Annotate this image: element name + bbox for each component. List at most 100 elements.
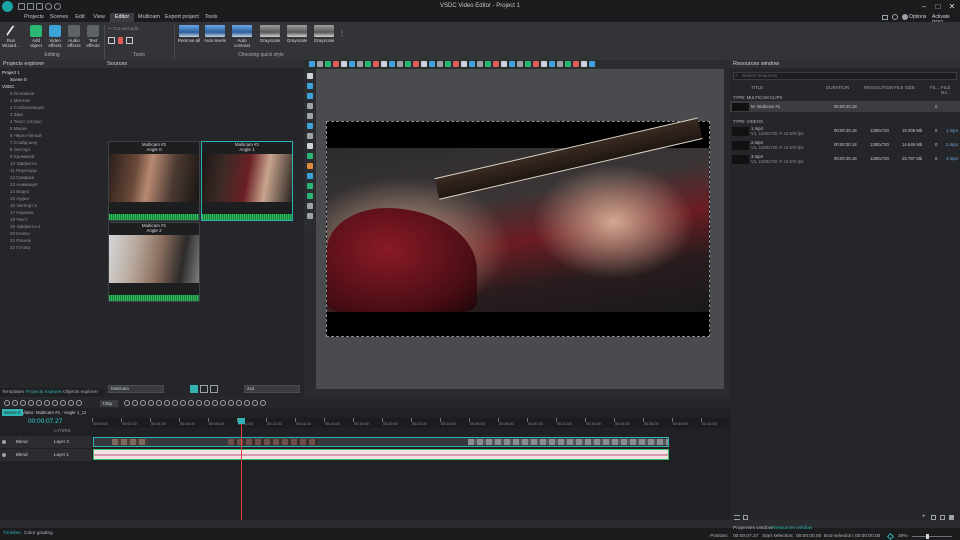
cut-split-tool[interactable]: ✂ Cut and split: [108, 26, 138, 32]
tab-tools[interactable]: Tools: [202, 13, 220, 22]
tree-item[interactable]: 3 Звук: [10, 111, 104, 118]
timeline-tool-icon[interactable]: [132, 400, 138, 406]
preview-tool-icon[interactable]: [325, 61, 331, 67]
tool-icon[interactable]: [307, 163, 313, 169]
tree-item[interactable]: 8 Экспорт: [10, 146, 104, 153]
grayscale-style[interactable]: Grayscale: [285, 25, 309, 51]
col-fil[interactable]: FIL...: [930, 85, 940, 90]
tool-icon[interactable]: [307, 183, 313, 189]
tool-icon[interactable]: [307, 153, 313, 159]
tool-icon[interactable]: [307, 103, 313, 109]
zoom-slider[interactable]: [912, 536, 952, 537]
col-file-name[interactable]: FILE NA...: [941, 85, 960, 95]
group-multicam-header[interactable]: TYPE: MULTICAM CLIPS: [733, 95, 782, 100]
preview-tool-icon[interactable]: [557, 61, 563, 67]
tree-item[interactable]: 4 Текст (титры): [10, 118, 104, 125]
preview-tool-icon[interactable]: [437, 61, 443, 67]
tool-icon[interactable]: [307, 203, 313, 209]
grid-view-icon[interactable]: [743, 515, 748, 520]
scene-tab[interactable]: Scene 0: [2, 409, 23, 416]
auto-levels-style[interactable]: Auto levels: [203, 25, 227, 51]
preview-tool-icon[interactable]: [373, 61, 379, 67]
timeline-tool-icon[interactable]: [60, 400, 66, 406]
source-clip-angle-0[interactable]: Multicam #1 Angle 0: [108, 141, 200, 221]
minimize-icon[interactable]: –: [918, 2, 930, 11]
tab-view[interactable]: View: [90, 13, 108, 22]
tree-item[interactable]: 11 Переходы: [10, 167, 104, 174]
import-icon[interactable]: [931, 515, 936, 520]
tool-icon[interactable]: [307, 83, 313, 89]
properties-window-tab[interactable]: Properties window: [733, 526, 772, 531]
timeline-tool-icon[interactable]: [140, 400, 146, 406]
timeline-tool-icon[interactable]: [204, 400, 210, 406]
audio-track-clip[interactable]: [93, 449, 669, 460]
preview-tool-icon[interactable]: [501, 61, 507, 67]
preview-tool-icon[interactable]: [309, 61, 315, 67]
list-view-icon[interactable]: [734, 515, 740, 520]
tree-item[interactable]: 9 Хромакей: [10, 153, 104, 160]
layer-visibility-icon[interactable]: [2, 453, 6, 457]
tool-icon[interactable]: [307, 133, 313, 139]
tool-icon[interactable]: [307, 93, 313, 99]
clip-tab[interactable]: Video: Multicam #1 - Angle 1_11: [22, 409, 86, 416]
tool-icon[interactable]: [307, 213, 313, 219]
timeline-tool-icon[interactable]: [28, 400, 34, 406]
timeline-tool-icon[interactable]: [36, 400, 42, 406]
preview-tool-icon[interactable]: [477, 61, 483, 67]
tree-item[interactable]: 10 Эффекты: [10, 160, 104, 167]
col-duration[interactable]: DURATION: [826, 85, 849, 90]
tab-export-project[interactable]: Export project: [164, 13, 200, 22]
preview-tool-icon[interactable]: [365, 61, 371, 67]
preview-tool-icon[interactable]: [581, 61, 587, 67]
preview-tool-icon[interactable]: [333, 61, 339, 67]
view-mode-2-icon[interactable]: [200, 385, 208, 393]
preview-tool-icon[interactable]: [397, 61, 403, 67]
preview-tool-icon[interactable]: [469, 61, 475, 67]
preview-tool-icon[interactable]: [429, 61, 435, 67]
tree-vsdc-folder[interactable]: VSDC: [2, 83, 104, 90]
tool-icon[interactable]: [307, 143, 313, 149]
tab-projects[interactable]: Projects: [22, 13, 46, 22]
timeline-tool-icon[interactable]: [124, 400, 130, 406]
preview-tool-icon[interactable]: [421, 61, 427, 67]
tree-item[interactable]: 13 Анимация: [10, 181, 104, 188]
tree-item[interactable]: 19 Эффекты 2: [10, 223, 104, 230]
preview-tool-icon[interactable]: [525, 61, 531, 67]
layout-icon[interactable]: [882, 15, 888, 20]
tree-item[interactable]: 20 Клипы: [10, 230, 104, 237]
resource-row-multicam[interactable]: M: Multicam #1 00:00:30.18 0: [730, 101, 960, 112]
timeline-tool-icon[interactable]: [228, 400, 234, 406]
crop-icon[interactable]: [108, 37, 115, 44]
preview-tool-icon[interactable]: [341, 61, 347, 67]
timeline-tool-icon[interactable]: [244, 400, 250, 406]
timeline-tool-icon[interactable]: [44, 400, 50, 406]
preview-tool-icon[interactable]: [485, 61, 491, 67]
layer-name[interactable]: Layer 1: [54, 452, 69, 457]
timeline-tool-icon[interactable]: [172, 400, 178, 406]
tree-item[interactable]: 16 Экспорт 2: [10, 202, 104, 209]
layer-blend-select[interactable]: Blend: [16, 452, 28, 457]
timeline-tool-icon[interactable]: [12, 400, 18, 406]
tab-objects-explorer[interactable]: Objects explorer: [63, 390, 98, 395]
tab-projects-explorer[interactable]: Projects explorer: [26, 390, 62, 395]
tree-item[interactable]: 5 Маски: [10, 125, 104, 132]
playhead-handle[interactable]: [238, 418, 245, 424]
timeline-tool-icon[interactable]: [188, 400, 194, 406]
tab-timeline[interactable]: Timeline: [3, 531, 21, 536]
close-icon[interactable]: ✕: [946, 2, 958, 11]
zoom-slider-handle[interactable]: [926, 534, 929, 539]
video-track-clip[interactable]: [93, 437, 669, 447]
preview-tool-icon[interactable]: [517, 61, 523, 67]
timeline-tool-icon[interactable]: [212, 400, 218, 406]
tool-icon[interactable]: [307, 123, 313, 129]
tab-color-grading[interactable]: Color grading: [24, 531, 53, 536]
timeline-tool-icon[interactable]: [236, 400, 242, 406]
resources-search-input[interactable]: ⌕ Search resources: [733, 72, 957, 80]
tree-item[interactable]: 21 Разное: [10, 237, 104, 244]
playhead[interactable]: [241, 418, 242, 520]
timeline-tool-icon[interactable]: [164, 400, 170, 406]
tab-templates[interactable]: Templates: [2, 390, 24, 395]
timeline-tool-icon[interactable]: [180, 400, 186, 406]
source-clip-angle-2[interactable]: Multicam #1 Angle 2: [108, 222, 200, 302]
tab-edit[interactable]: Edit: [72, 13, 88, 22]
